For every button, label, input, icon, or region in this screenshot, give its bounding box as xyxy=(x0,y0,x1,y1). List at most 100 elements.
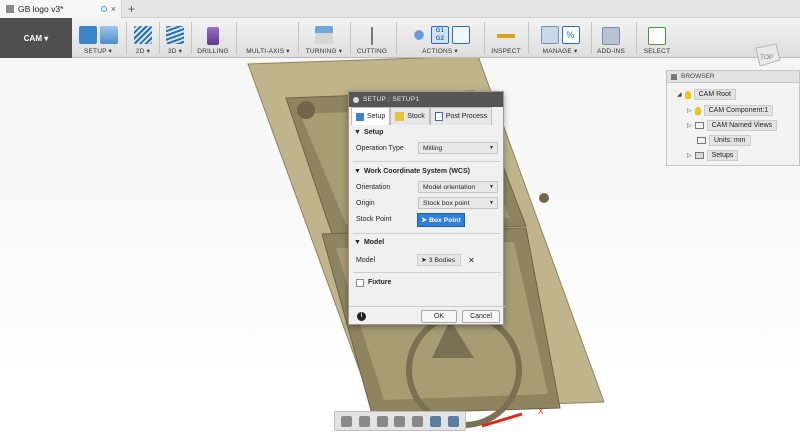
toolbar-cutting[interactable]: CUTTING xyxy=(353,18,391,58)
dialog-footer: i OK Cancel xyxy=(349,306,505,326)
stock-point-button[interactable]: ➤ Box Point xyxy=(417,213,465,227)
close-tab-button[interactable]: × xyxy=(111,4,116,14)
toolbar-3d[interactable]: 3D ▾ xyxy=(162,18,188,58)
section-wcs-header[interactable]: ▼ Work Coordinate System (WCS) xyxy=(354,168,470,175)
toolbar-turning[interactable]: TURNING ▾ xyxy=(302,18,346,58)
browser-node-label: CAM Root xyxy=(693,89,736,100)
dialog-title-bar[interactable]: SETUP : SETUP1 xyxy=(349,92,503,107)
cancel-button[interactable]: Cancel xyxy=(462,310,500,323)
2d-toolpath-icon xyxy=(134,26,152,44)
toolbar-manage[interactable]: % MANAGE ▾ xyxy=(532,18,588,58)
toolbar-inspect-label: INSPECT xyxy=(491,48,521,55)
toolbar-actions-label: ACTIONS ▾ xyxy=(422,48,458,55)
origin-select[interactable]: Stock box point ▼ xyxy=(418,197,498,209)
toolbar-select[interactable]: SELECT xyxy=(640,18,674,58)
drill-icon xyxy=(207,27,219,45)
browser-node-named-views[interactable]: ▷ CAM Named Views xyxy=(687,120,778,131)
folder-icon xyxy=(99,26,118,44)
expand-down-icon[interactable]: ◢ xyxy=(677,91,682,98)
stock-point-value: Box Point xyxy=(428,216,461,224)
grid-settings-icon[interactable] xyxy=(447,415,459,427)
toolbar-3d-label: 3D ▾ xyxy=(167,48,183,55)
browser-node-setups[interactable]: ▷ Setups xyxy=(687,150,739,161)
toolbar-2d[interactable]: 2D ▾ xyxy=(130,18,156,58)
browser-node-units[interactable]: Units: mm xyxy=(697,135,751,146)
toolbar-add-ins[interactable]: ADD-INS xyxy=(594,18,628,58)
stock-point-label: Stock Point xyxy=(356,216,392,223)
section-model-header[interactable]: ▼ Model xyxy=(354,239,384,246)
dropdown-caret-icon: ▼ xyxy=(489,200,494,206)
browser-node-cam-root[interactable]: ◢ CAM Root xyxy=(677,89,736,100)
collapse-triangle-icon: ▼ xyxy=(354,239,361,246)
document-tab-title: GB logo v3* xyxy=(18,4,64,14)
cursor-arrow-icon: ➤ xyxy=(421,217,427,224)
tab-post-process[interactable]: Post Process xyxy=(429,107,493,125)
setups-folder-icon xyxy=(694,152,704,159)
toolbar-actions[interactable]: G1 G2 ACTIONS ▾ xyxy=(400,18,480,58)
lightbulb-icon[interactable] xyxy=(694,106,701,115)
lightbulb-icon[interactable] xyxy=(684,90,691,99)
expand-right-icon[interactable]: ▷ xyxy=(687,107,692,114)
orbit-icon[interactable] xyxy=(341,415,353,427)
simulate-icon xyxy=(410,26,428,44)
clear-selection-button[interactable]: ✕ xyxy=(468,256,475,265)
section-setup-header[interactable]: ▼ Setup xyxy=(354,129,383,136)
section-model-title: Model xyxy=(363,239,385,246)
new-setup-icon xyxy=(78,26,97,44)
select-icon xyxy=(648,27,666,45)
view-cube[interactable]: TOP xyxy=(748,40,784,70)
toolbar-multi-axis-label: MULTI-AXIS ▾ xyxy=(246,48,290,55)
units-icon xyxy=(697,137,706,144)
toolbar-drilling[interactable]: DRILLING xyxy=(194,18,232,58)
toolbar-turning-label: TURNING ▾ xyxy=(305,48,343,55)
navigation-bar xyxy=(334,411,466,431)
document-tab[interactable]: GB logo v3* × xyxy=(0,0,122,18)
tool-library-icon xyxy=(540,26,559,44)
setup-sheet-icon xyxy=(452,26,470,44)
tab-bar: GB logo v3* × + xyxy=(0,0,800,18)
look-at-icon[interactable] xyxy=(359,415,371,427)
expand-right-icon[interactable]: ▷ xyxy=(687,122,692,129)
display-settings-icon[interactable] xyxy=(429,415,441,427)
expand-right-icon[interactable]: ▷ xyxy=(687,152,692,159)
g1g2-icon: G1 G2 xyxy=(431,26,449,44)
orientation-select[interactable]: Model orientation ▼ xyxy=(418,181,498,193)
model-label: Model xyxy=(356,257,376,264)
toolbar-setup[interactable]: SETUP ▾ xyxy=(74,18,122,58)
dialog-collapse-icon[interactable] xyxy=(353,96,359,103)
operation-type-select[interactable]: Milling ▼ xyxy=(418,142,498,154)
pan-icon[interactable] xyxy=(376,415,388,427)
turning-icon xyxy=(315,26,333,44)
workspace-label: CAM ▾ xyxy=(23,33,49,43)
browser-collapse-icon[interactable] xyxy=(671,73,677,80)
x-axis-label: X xyxy=(538,407,544,416)
browser-node-label: Units: mm xyxy=(709,135,751,146)
add-ins-icon xyxy=(602,27,620,45)
document-icon xyxy=(6,5,14,13)
fixture-label: Fixture xyxy=(368,279,392,286)
3d-toolpath-icon xyxy=(166,26,184,44)
view-cube-icon: TOP xyxy=(755,43,781,67)
fit-icon[interactable] xyxy=(412,415,424,427)
toolbar-2d-label: 2D ▾ xyxy=(135,48,151,55)
toolbar-multi-axis[interactable]: MULTI-AXIS ▾ xyxy=(242,18,294,58)
fixture-checkbox[interactable] xyxy=(356,279,364,287)
model-selection[interactable]: ➤ 3 Bodies xyxy=(417,254,461,266)
toolbar-inspect[interactable]: INSPECT xyxy=(488,18,524,58)
info-icon[interactable]: i xyxy=(357,312,366,321)
measure-icon xyxy=(497,27,515,45)
collapse-triangle-icon: ▼ xyxy=(354,129,361,136)
origin-label: Origin xyxy=(356,200,375,207)
browser-node-component[interactable]: ▷ CAM Component:1 xyxy=(687,105,774,116)
tab-stock[interactable]: Stock xyxy=(390,107,430,125)
tab-setup[interactable]: Setup xyxy=(351,107,391,125)
tab-post-process-label: Post Process xyxy=(445,113,488,120)
post-process-tab-icon xyxy=(434,112,443,121)
setup-dialog: SETUP : SETUP1 Setup Stock Post Process … xyxy=(348,91,505,326)
dropdown-caret-icon: ▼ xyxy=(489,145,494,151)
percent-icon: % xyxy=(561,26,580,44)
workspace-switcher[interactable]: CAM ▾ xyxy=(0,18,72,58)
ok-button[interactable]: OK xyxy=(421,310,457,323)
zoom-icon[interactable] xyxy=(394,415,406,427)
new-tab-button[interactable]: + xyxy=(128,2,135,16)
